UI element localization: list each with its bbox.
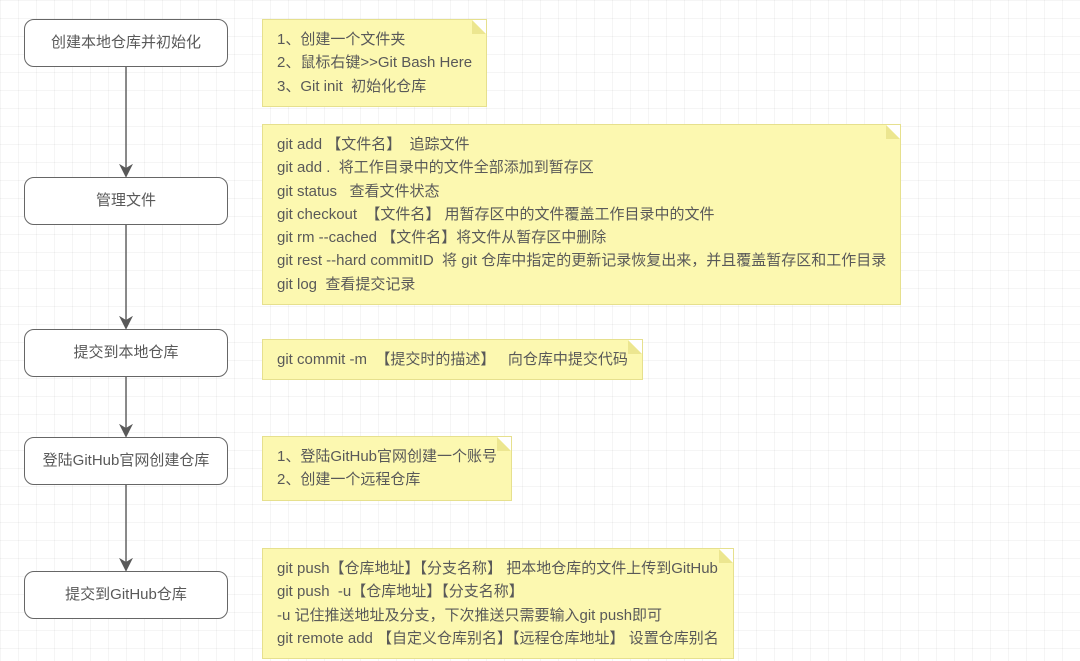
- flow-node-init-repo: 创建本地仓库并初始化: [24, 19, 228, 67]
- note-manage-files: git add 【文件名】 追踪文件 git add . 将工作目录中的文件全部…: [262, 124, 901, 305]
- flow-node-github-create: 登陆GitHub官网创建仓库: [24, 437, 228, 485]
- note-commit-local: git commit -m 【提交时的描述】 向仓库中提交代码: [262, 339, 643, 380]
- flow-node-label: 提交到GitHub仓库: [65, 585, 187, 605]
- flow-node-github-push: 提交到GitHub仓库: [24, 571, 228, 619]
- note-init-repo: 1、创建一个文件夹 2、鼠标右键>>Git Bash Here 3、Git in…: [262, 19, 487, 107]
- flow-node-label: 管理文件: [96, 191, 156, 211]
- note-github-create: 1、登陆GitHub官网创建一个账号 2、创建一个远程仓库: [262, 436, 512, 501]
- flow-node-label: 登陆GitHub官网创建仓库: [43, 451, 210, 471]
- flow-node-manage-files: 管理文件: [24, 177, 228, 225]
- note-github-push: git push【仓库地址】【分支名称】 把本地仓库的文件上传到GitHub g…: [262, 548, 734, 659]
- flow-node-label: 提交到本地仓库: [73, 343, 178, 363]
- flow-node-label: 创建本地仓库并初始化: [51, 33, 201, 53]
- flow-node-commit-local: 提交到本地仓库: [24, 329, 228, 377]
